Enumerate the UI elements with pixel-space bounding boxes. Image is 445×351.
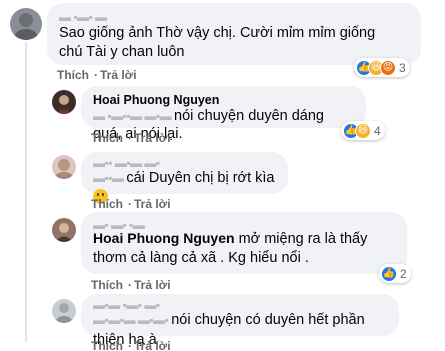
- reply-link[interactable]: Trả lời: [134, 131, 171, 145]
- author-name[interactable]: ▬▪▪ ▬▪▬ ▬▪: [93, 157, 276, 169]
- comment-bubble: ▬▪▪ ▬▪▬ ▬▪ ▬▪▪▬ cái Duyên chị bị rớt kìa: [81, 152, 288, 205]
- reply-link[interactable]: Trả lời: [134, 339, 171, 351]
- author-name[interactable]: ▬▪ ▬▪ ▪▬: [93, 219, 395, 231]
- tagged-name[interactable]: ▬▪▬▪▬ ▬▪▬▪: [93, 313, 171, 327]
- like-link[interactable]: Thích: [91, 197, 123, 211]
- like-link[interactable]: Thích: [91, 278, 123, 292]
- comment-actions: Thích · Trả lời: [91, 131, 171, 145]
- reply-link[interactable]: Trả lời: [134, 278, 171, 292]
- comment-actions: Thích · Trả lời: [91, 197, 171, 211]
- avatar[interactable]: [10, 8, 42, 40]
- reaction-count: 2: [400, 266, 407, 281]
- avatar[interactable]: [52, 90, 76, 114]
- reaction-count: 4: [374, 123, 381, 138]
- reaction-count: 3: [399, 60, 406, 75]
- tagged-name[interactable]: ▬▪▪▬: [93, 171, 126, 185]
- reply-link[interactable]: Trả lời: [134, 197, 171, 211]
- like-link[interactable]: Thích: [57, 68, 89, 82]
- comment-actions: Thích · Trả lời: [57, 68, 137, 82]
- comment-bubble: ▬▪ ▬▪ ▪▬ Hoai Phuong Nguyen mở miệng ra …: [81, 212, 407, 274]
- author-name[interactable]: ▬ ▪▬▪ ▬: [59, 11, 409, 23]
- comment-actions: Thích · Trả lời: [91, 339, 171, 351]
- author-name[interactable]: Hoai Phuong Nguyen: [93, 93, 354, 107]
- reaction-summary[interactable]: 👍 😆 😡 3: [354, 58, 410, 77]
- like-icon: 👍: [381, 265, 397, 282]
- like-link[interactable]: Thích: [91, 339, 123, 351]
- comment-bubble: ▬▪▬ ▪▬▪ ▬▪ ▬▪▬▪▬ ▬▪▬▪ nói chuyện có duyê…: [81, 294, 399, 348]
- reaction-summary[interactable]: 👍 😆 4: [341, 121, 385, 140]
- haha-icon: 😆: [355, 122, 371, 139]
- thread-line: [25, 42, 27, 342]
- author-name[interactable]: ▬▪▬ ▪▬▪ ▬▪: [93, 299, 387, 311]
- tagged-name[interactable]: ▬ ▪▬▪▪▬ ▬▪▬: [93, 109, 174, 123]
- reaction-summary[interactable]: 👍 2: [379, 264, 411, 283]
- avatar[interactable]: [52, 155, 76, 179]
- comment-text: cái Duyên chị bị rớt kìa: [126, 170, 275, 186]
- like-link[interactable]: Thích: [91, 131, 123, 145]
- comment-bubble: ▬ ▪▬▪ ▬ Sao giống ảnh Thờ vậy chị. Cười …: [47, 3, 421, 65]
- avatar[interactable]: [52, 218, 76, 242]
- angry-icon: 😡: [380, 59, 396, 76]
- tagged-name[interactable]: Hoai Phuong Nguyen: [93, 230, 235, 246]
- reply-link[interactable]: Trả lời: [100, 68, 137, 82]
- comment-actions: Thích · Trả lời: [91, 278, 171, 292]
- comment-text: Sao giống ảnh Thờ vậy chị. Cười mỉm mỉm …: [59, 25, 376, 60]
- avatar[interactable]: [52, 299, 76, 323]
- comment-bubble: Hoai Phuong Nguyen ▬ ▪▬▪▪▬ ▬▪▬ nói chuyệ…: [81, 86, 366, 142]
